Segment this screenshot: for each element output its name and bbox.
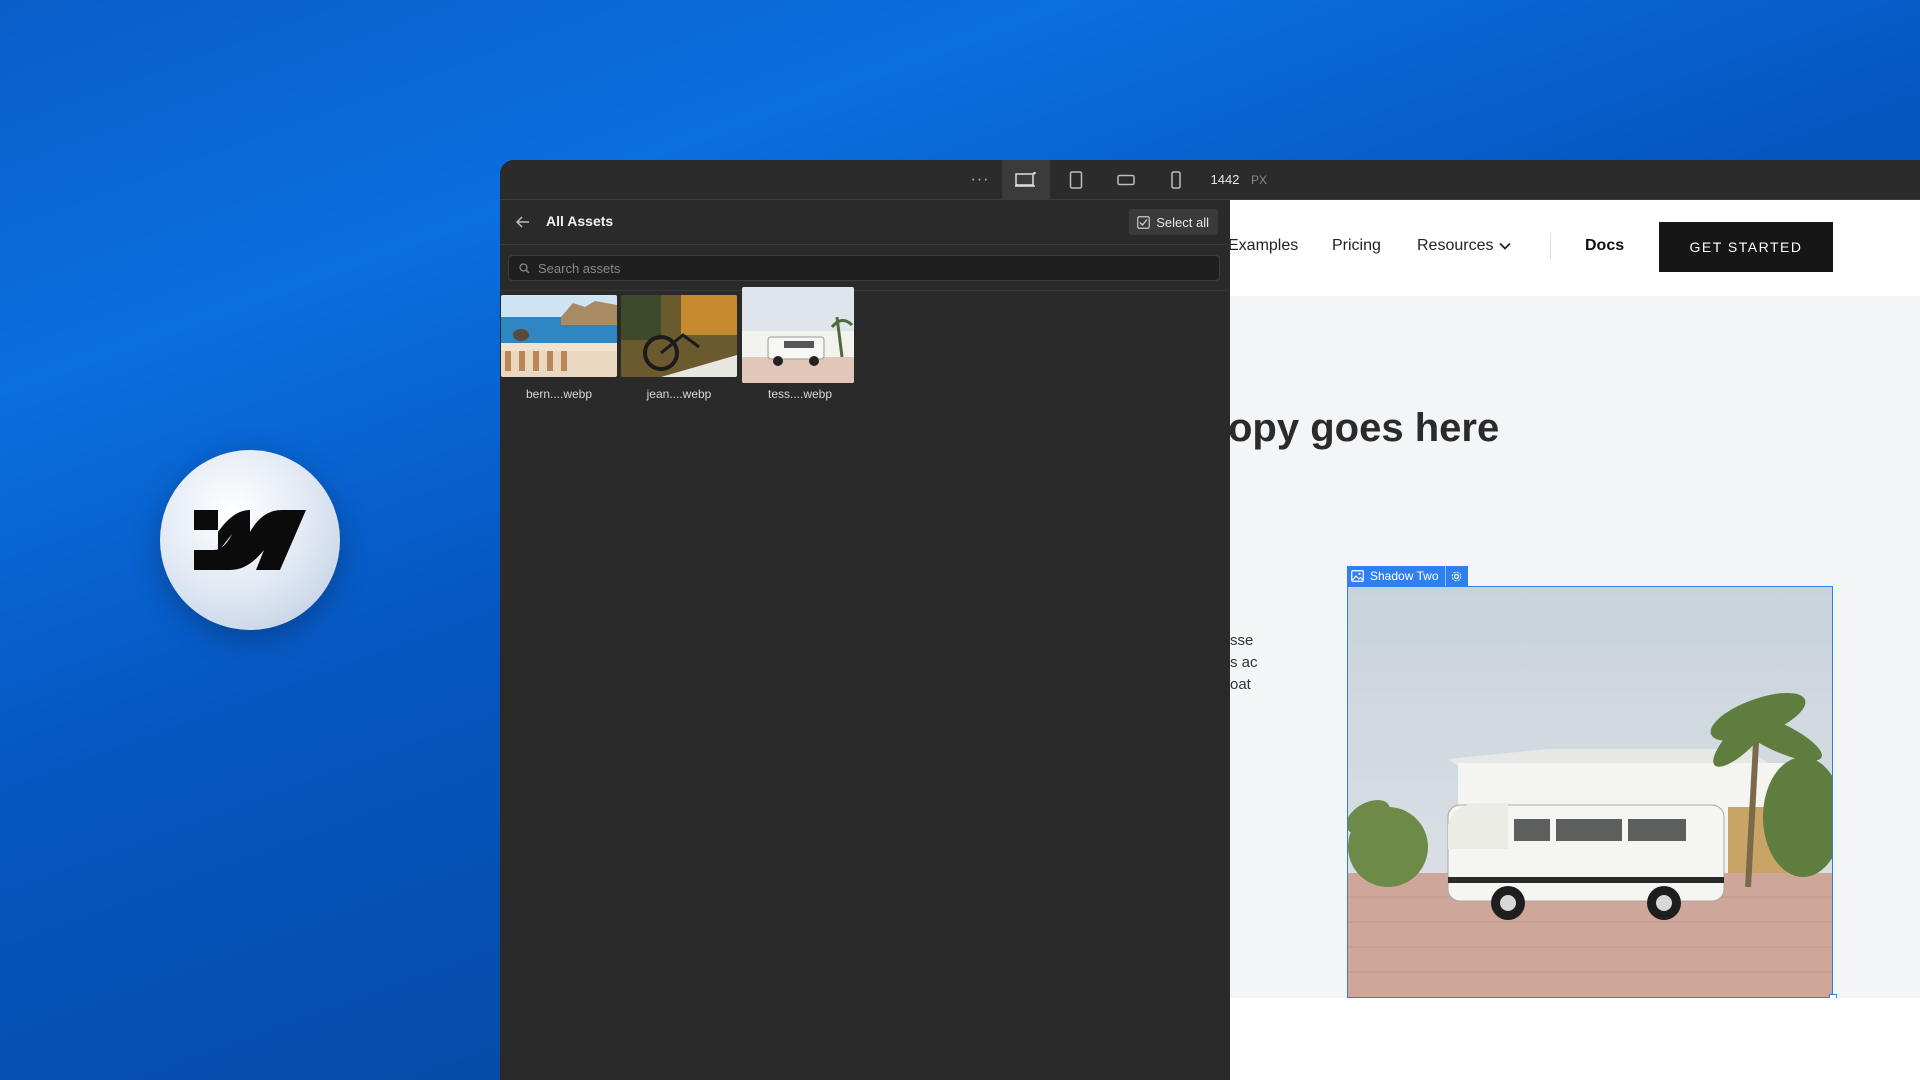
- asset-tile[interactable]: bern....webp: [501, 295, 617, 401]
- site-canvas[interactable]: Examples Pricing Resources Docs GET STAR…: [1230, 200, 1920, 1080]
- nav-link-docs[interactable]: Docs: [1585, 237, 1624, 255]
- designer-topbar: ··· 1442 PX: [500, 160, 1920, 200]
- asset-thumbnail-bicycle: [621, 295, 737, 377]
- mobile-landscape-breakpoint-icon[interactable]: [1102, 160, 1150, 199]
- hero-section: opy goes here sse s ac oat Shadow Two: [1230, 296, 1920, 1002]
- nav-resources-label: Resources: [1417, 237, 1494, 254]
- selected-image-van[interactable]: [1347, 586, 1833, 998]
- desktop-breakpoint-icon[interactable]: [1002, 160, 1050, 199]
- canvas-width-unit: PX: [1250, 172, 1267, 187]
- mobile-portrait-breakpoint-icon[interactable]: [1152, 160, 1200, 199]
- asset-name: tess....webp: [767, 387, 833, 401]
- body-line: oat: [1230, 676, 1251, 693]
- canvas-width-value[interactable]: 1442: [1208, 160, 1242, 199]
- site-navbar: Examples Pricing Resources Docs GET STAR…: [1230, 200, 1920, 296]
- get-started-button[interactable]: GET STARTED: [1659, 222, 1833, 272]
- assets-panel: All Assets Select all Search assets bern…: [500, 200, 1231, 1080]
- checkbox-icon: [1137, 215, 1151, 229]
- gear-icon[interactable]: [1444, 566, 1462, 586]
- webflow-logo: [160, 450, 340, 630]
- designer-window: ··· 1442 PX All Assets Select all Search…: [500, 160, 1920, 1080]
- selection-label[interactable]: Shadow Two: [1347, 566, 1468, 586]
- divider: [500, 290, 1230, 291]
- body-line: sse: [1230, 632, 1254, 649]
- selection-label-text: Shadow Two: [1370, 569, 1439, 583]
- hero-headline[interactable]: opy goes here: [1230, 406, 1499, 451]
- assets-header: All Assets Select all: [500, 200, 1230, 245]
- asset-name: jean....webp: [646, 387, 712, 401]
- hero-body-text[interactable]: sse s ac oat: [1230, 630, 1258, 696]
- more-options-icon[interactable]: ···: [965, 160, 995, 199]
- chevron-down-icon: [1499, 242, 1512, 250]
- nav-link-pricing[interactable]: Pricing: [1332, 237, 1381, 255]
- asset-tile[interactable]: jean....webp: [621, 295, 737, 401]
- select-all-label: Select all: [1156, 214, 1209, 230]
- assets-title: All Assets: [546, 213, 614, 229]
- asset-thumbnail-van: [742, 287, 854, 383]
- tablet-breakpoint-icon[interactable]: [1052, 160, 1100, 199]
- search-bar: [508, 255, 1220, 281]
- body-line: s ac: [1230, 654, 1258, 671]
- nav-divider: [1550, 233, 1551, 259]
- asset-tile[interactable]: tess....webp: [742, 287, 858, 401]
- nav-link-resources[interactable]: Resources: [1417, 237, 1512, 255]
- webflow-w-icon: [194, 510, 306, 570]
- nav-link-examples[interactable]: Examples: [1230, 237, 1298, 255]
- next-section: [1230, 998, 1920, 1080]
- asset-thumbnail-coast: [501, 295, 617, 377]
- image-icon: [1351, 570, 1364, 582]
- asset-name: bern....webp: [525, 387, 593, 401]
- search-assets-input[interactable]: [536, 259, 1200, 277]
- arrow-left-icon[interactable]: [514, 213, 532, 231]
- select-all-button[interactable]: Select all: [1129, 209, 1218, 235]
- search-icon: [519, 262, 530, 273]
